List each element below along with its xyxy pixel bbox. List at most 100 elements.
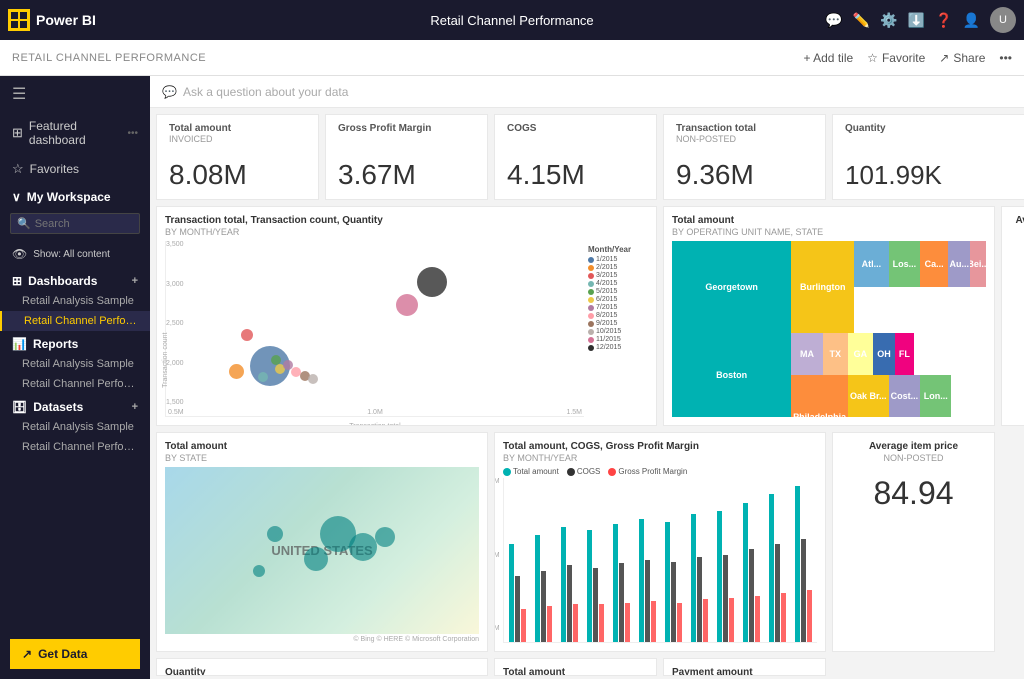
- avatar[interactable]: U: [990, 7, 1016, 33]
- dashboard-grid: Total amount INVOICED 8.08M Gross Profit…: [150, 108, 1024, 679]
- bubble-legend-item: 5/2015: [588, 288, 648, 295]
- add-dataset-icon[interactable]: +: [132, 401, 138, 413]
- favorite-button[interactable]: ☆ Favorite: [867, 51, 925, 65]
- sidebar-show-all[interactable]: 👁 Show: All content: [0, 240, 150, 268]
- avg-transaction-card[interactable]: Average of Transaction total NON-POSTED …: [1001, 206, 1024, 426]
- payment-donut-card[interactable]: Payment amount BY PAYMENT METHOD Payment…: [663, 658, 826, 676]
- bubble-legend-item: 6/2015: [588, 296, 648, 303]
- kpi-cogs[interactable]: COGS 4.15M: [494, 114, 657, 200]
- sidebar-report-retail-channel[interactable]: Retail Channel Perform...: [0, 374, 150, 394]
- qa-placeholder[interactable]: Ask a question about your data: [183, 85, 348, 99]
- map-card[interactable]: Total amount BY STATE UNITED STATES © Bi…: [156, 432, 488, 652]
- bar-group: [662, 478, 686, 642]
- treemap-cell: Au...: [948, 241, 970, 287]
- sidebar-item-retail-channel[interactable]: Retail Channel Perform...: [0, 311, 150, 331]
- bar-group: [687, 478, 711, 642]
- share-button[interactable]: ↗ Share: [939, 51, 985, 65]
- sidebar-item-retail-analysis[interactable]: Retail Analysis Sample: [0, 291, 150, 311]
- chevron-down-icon: ∨: [12, 190, 21, 204]
- search-bar: 🔍: [10, 213, 140, 234]
- map-dot-4: [375, 527, 395, 547]
- chat-icon[interactable]: 💬: [825, 12, 842, 29]
- search-input[interactable]: [35, 218, 125, 230]
- bubble-3: [241, 329, 253, 341]
- bar-segment: [645, 560, 650, 642]
- bar-segment: [769, 494, 774, 642]
- legend-cogs: COGS: [567, 467, 601, 476]
- download-icon[interactable]: ⬇️: [908, 12, 925, 29]
- bar-segment: [729, 598, 734, 642]
- settings-icon[interactable]: ⚙️: [880, 12, 897, 29]
- bar-y-labels: 1M 0.5M 0M: [494, 478, 500, 632]
- bar-segment: [665, 522, 670, 642]
- map-dot-6: [253, 565, 265, 577]
- bubble-2: [229, 364, 244, 379]
- bubble-11: [396, 294, 418, 316]
- bar-group: [532, 478, 556, 642]
- x-axis-title: Transaction total: [349, 423, 401, 426]
- kpi-gross-profit[interactable]: Gross Profit Margin 3.67M: [325, 114, 488, 200]
- bar-segment: [749, 549, 754, 642]
- map-dot-1: [267, 526, 283, 542]
- bubble-chart-card[interactable]: Transaction total, Transaction count, Qu…: [156, 206, 657, 426]
- bar-segment: [515, 576, 520, 642]
- topbar-title: Retail Channel Performance: [430, 13, 593, 28]
- edit-icon[interactable]: ✏️: [853, 12, 870, 29]
- bar-segment: [587, 530, 592, 642]
- sidebar-reports-label[interactable]: 📊 Reports: [0, 331, 150, 354]
- bar-segment: [567, 565, 572, 642]
- sidebar-item-favorites[interactable]: ☆ Favorites: [0, 154, 150, 184]
- treemap-cell: FL: [895, 333, 914, 375]
- featured-more-icon[interactable]: •••: [127, 128, 138, 139]
- sidebar-bottom: ↗ Get Data: [0, 629, 150, 679]
- legend-total: Total amount: [503, 467, 559, 476]
- add-tile-button[interactable]: + Add tile: [803, 51, 853, 65]
- user-icon[interactable]: 👤: [963, 12, 980, 29]
- quantity-line-card[interactable]: Quantity BY EMPLOYEE NAME 10K 5K 0K: [156, 658, 488, 676]
- more-actions-button[interactable]: •••: [999, 51, 1012, 65]
- sidebar-report-retail-analysis[interactable]: Retail Analysis Sample: [0, 354, 150, 374]
- category-donut-card[interactable]: Total amount BY CATEGORY LEVEL 1 Categor…: [494, 658, 657, 676]
- bar-segment: [651, 601, 656, 642]
- add-dashboard-icon[interactable]: +: [132, 275, 138, 287]
- map-area: UNITED STATES: [165, 467, 479, 634]
- legend-dot: [588, 313, 594, 319]
- treemap-cell: MA: [791, 333, 822, 375]
- treemap-cell: Bei...: [970, 241, 986, 287]
- get-data-button[interactable]: ↗ Get Data: [10, 639, 140, 669]
- qa-icon: 💬: [162, 85, 177, 99]
- avg-item-price-card[interactable]: Average item price NON-POSTED 84.94: [832, 432, 995, 652]
- legend-dot-cogs: [567, 468, 575, 476]
- bar-segment: [781, 593, 786, 642]
- map-attribution: © Bing © HERE © Microsoft Corporation: [165, 634, 479, 643]
- sidebar-workspace-label[interactable]: ∨ My Workspace: [0, 184, 150, 207]
- topbar-actions: 💬 ✏️ ⚙️ ⬇️ ❓ 👤 U: [825, 7, 1016, 33]
- sidebar-item-featured[interactable]: ⊞ Featured dashboard •••: [0, 112, 150, 154]
- bubble-legend: Month/Year 1/20152/20153/20154/20155/201…: [588, 241, 648, 417]
- hamburger-icon[interactable]: ☰: [0, 76, 150, 112]
- treemap-card[interactable]: Total amount BY OPERATING UNIT NAME, STA…: [663, 206, 995, 426]
- bubble-legend-item: 3/2015: [588, 272, 648, 279]
- kpi-quantity[interactable]: Quantity 101.99K: [832, 114, 1024, 200]
- bubble-plot-area: Transaction count: [165, 241, 584, 417]
- sidebar-dataset-retail-analysis[interactable]: Retail Analysis Sample: [0, 417, 150, 437]
- monthly-bar-card[interactable]: Total amount, COGS, Gross Profit Margin …: [494, 432, 826, 652]
- bar-segment: [639, 519, 644, 642]
- dataset-icon: 🗄: [12, 400, 27, 414]
- bar-segment: [697, 557, 702, 642]
- bubble-legend-item: 8/2015: [588, 312, 648, 319]
- bar-segment: [755, 596, 760, 642]
- page-title: RETAIL CHANNEL PERFORMANCE: [12, 52, 795, 64]
- help-icon[interactable]: ❓: [935, 12, 952, 29]
- sidebar-datasets-label[interactable]: 🗄 Datasets +: [0, 394, 150, 417]
- star-nav-icon: ☆: [12, 161, 24, 177]
- bar-group: [713, 478, 737, 642]
- dashboard-section-icon: ⊞: [12, 274, 22, 288]
- bubble-legend-item: 2/2015: [588, 264, 648, 271]
- kpi-transaction-total[interactable]: Transaction total NON-POSTED 9.36M: [663, 114, 826, 200]
- sidebar-dashboards-label[interactable]: ⊞ Dashboards +: [0, 268, 150, 291]
- bar-segment: [743, 503, 748, 642]
- sidebar-dataset-retail-channel[interactable]: Retail Channel Perform...: [0, 437, 150, 457]
- treemap-cell: Philadelphia: [791, 375, 848, 417]
- kpi-total-amount[interactable]: Total amount INVOICED 8.08M: [156, 114, 319, 200]
